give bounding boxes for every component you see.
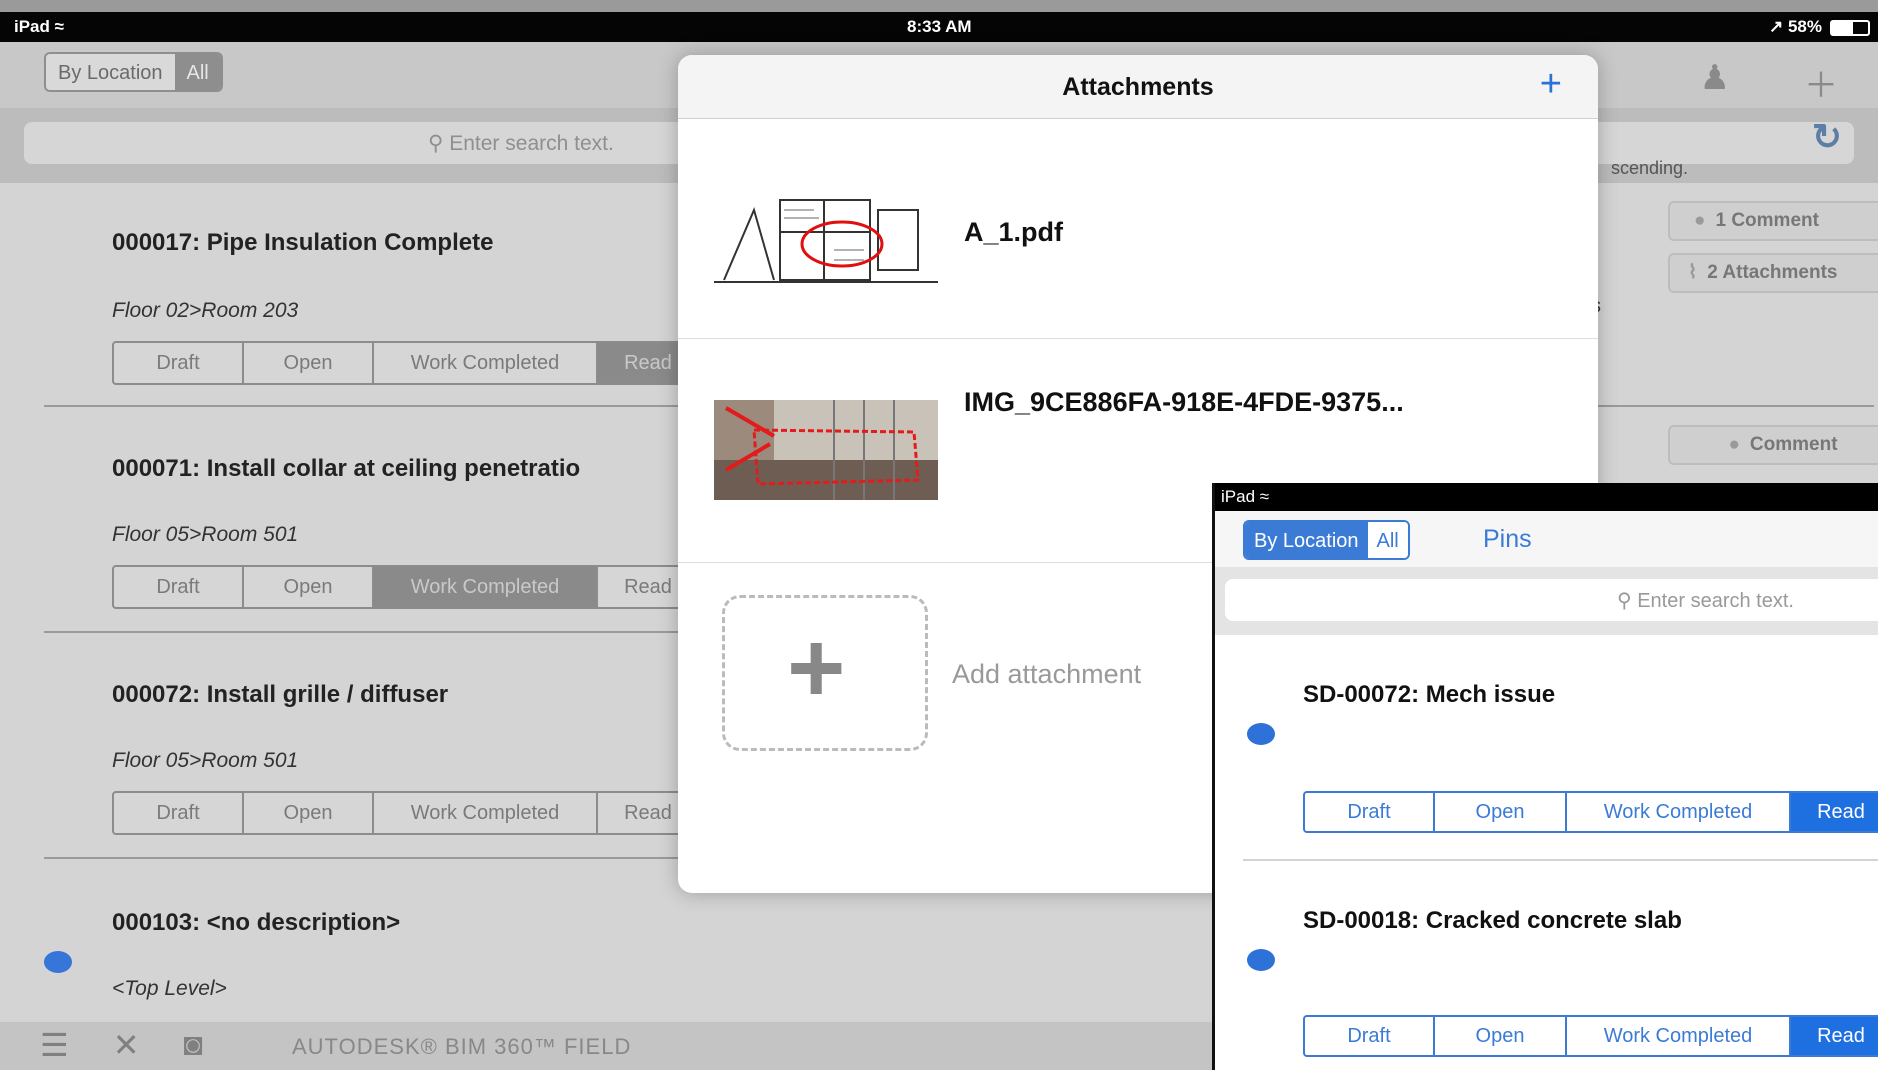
status-bar: iPad ≈ 8:33 AM ↗ 58% xyxy=(0,12,1878,42)
camera-icon[interactable]: ◙ xyxy=(184,1026,203,1064)
issue-title: SD-00018: Cracked concrete slab xyxy=(1303,907,1682,934)
tools-icon[interactable]: ✕ xyxy=(113,1026,140,1064)
comment-bubble-icon: ● xyxy=(1728,434,1740,455)
search-placeholder: ⚲ Enter search text. xyxy=(428,132,614,155)
list-item[interactable]: SD-00018: Cracked concrete slab Draft Op… xyxy=(1243,863,1878,1070)
toolbar-icons: ☰ ✕ ◙ xyxy=(40,1026,203,1064)
status-read[interactable]: Read xyxy=(1791,793,1878,831)
status-open[interactable]: Open xyxy=(244,343,374,383)
status-segment: Draft Open Work Completed Read xyxy=(112,341,700,385)
issue-title: 000072: Install grille / diffuser xyxy=(112,681,449,708)
add-attachment-label[interactable]: Add attachment xyxy=(952,659,1141,690)
search-placeholder: ⚲ Enter search text. xyxy=(1617,590,1794,612)
status-read[interactable]: Read xyxy=(1791,1017,1878,1055)
status-work-completed[interactable]: Work Completed xyxy=(374,567,598,607)
battery-percent: ↗ 58% xyxy=(1769,17,1822,36)
status-segment: Draft Open Work Completed Read xyxy=(112,791,700,835)
attachment-name: A_1.pdf xyxy=(964,217,1064,247)
clock: 8:33 AM xyxy=(907,17,972,36)
inset-view-segment: By Location All xyxy=(1243,520,1410,560)
device-label: iPad ≈ xyxy=(14,17,64,36)
status-work-completed[interactable]: Work Completed xyxy=(374,793,598,833)
status-segment: Draft Open Work Completed Read xyxy=(112,565,700,609)
status-open[interactable]: Open xyxy=(1435,1017,1567,1055)
attachments-button[interactable]: ⌇ 2 Attachments xyxy=(1668,253,1878,293)
app-brand: AUTODESK® BIM 360™ FIELD xyxy=(292,1034,632,1059)
wifi-icon: ≈ xyxy=(1259,487,1270,506)
view-segment: By Location All xyxy=(44,52,223,92)
inset-status-bar: iPad ≈ xyxy=(1215,483,1878,511)
issue-title: 000103: <no description> xyxy=(112,909,401,936)
issue-title: SD-00072: Mech issue xyxy=(1303,681,1556,708)
battery-icon xyxy=(1830,20,1870,36)
issue-location: Floor 05>Room 501 xyxy=(112,749,299,772)
attachment-name: IMG_9CE886FA-918E-4FDE-9375... xyxy=(964,387,1404,417)
status-open[interactable]: Open xyxy=(1435,793,1567,831)
pin-dot-icon xyxy=(1247,949,1275,971)
comment-button[interactable]: ● Comment xyxy=(1668,425,1878,465)
status-draft[interactable]: Draft xyxy=(1305,1017,1435,1055)
list-item[interactable]: SD-00072: Mech issue Draft Open Work Com… xyxy=(1243,635,1878,861)
issue-location: Floor 05>Room 501 xyxy=(112,523,299,546)
paperclip-icon: ⌇ xyxy=(1688,262,1698,283)
add-attachment-button[interactable]: + xyxy=(722,595,928,751)
comment-bubble-icon: ● xyxy=(1694,210,1706,231)
user-stamp-icon[interactable]: ♟ xyxy=(1700,58,1730,107)
pins-button[interactable]: Pins xyxy=(1483,525,1532,554)
inset-search-zone: ⚲ Enter search text. xyxy=(1215,567,1878,635)
status-segment: Draft Open Work Completed Read xyxy=(1303,791,1878,833)
popover-title: Attachments xyxy=(1062,73,1214,101)
inset-navbar: By Location All Pins xyxy=(1215,511,1878,567)
search-input[interactable]: ⚲ Enter search text. xyxy=(1225,579,1878,621)
photo-thumbnail xyxy=(714,400,938,500)
status-draft[interactable]: Draft xyxy=(114,793,244,833)
status-work-completed[interactable]: Work Completed xyxy=(1567,1017,1791,1055)
issue-location: Floor 02>Room 203 xyxy=(112,299,299,322)
issue-title: 000017: Pipe Insulation Complete xyxy=(112,229,494,256)
top-strip xyxy=(0,0,1878,12)
floor-plan-thumbnail xyxy=(714,190,938,290)
status-work-completed[interactable]: Work Completed xyxy=(1567,793,1791,831)
attachment-item[interactable]: A_1.pdf xyxy=(678,120,1598,339)
segment-by-location[interactable]: By Location xyxy=(46,54,175,90)
status-draft[interactable]: Draft xyxy=(114,567,244,607)
popover-header: Attachments + xyxy=(678,55,1598,119)
add-icon[interactable]: ＋ xyxy=(1804,58,1838,107)
status-draft[interactable]: Draft xyxy=(114,343,244,383)
wifi-icon: ≈ xyxy=(54,17,64,36)
issue-location: <Top Level> xyxy=(112,977,227,1000)
nav-icons: ♟ ＋ xyxy=(1700,58,1838,107)
inset-ipad-screen: iPad ≈ By Location All Pins ⚲ Enter sear… xyxy=(1212,483,1878,1070)
sort-order-label: scending. xyxy=(1611,158,1689,178)
plus-icon: + xyxy=(787,612,846,724)
status-segment: Draft Open Work Completed Read xyxy=(1303,1015,1878,1057)
add-attachment-icon[interactable]: + xyxy=(1540,63,1562,106)
issue-title: 000071: Install collar at ceiling penetr… xyxy=(112,455,581,482)
status-draft[interactable]: Draft xyxy=(1305,793,1435,831)
segment-all[interactable]: All xyxy=(1367,522,1408,558)
refresh-icon[interactable]: ↻ xyxy=(1812,116,1842,158)
search-icon: ⚲ xyxy=(1617,590,1632,612)
pin-dot-icon xyxy=(1247,723,1275,745)
menu-icon[interactable]: ☰ xyxy=(40,1026,69,1064)
status-work-completed[interactable]: Work Completed xyxy=(374,343,598,383)
segment-all[interactable]: All xyxy=(174,54,221,90)
pin-dot-icon xyxy=(44,951,72,973)
status-open[interactable]: Open xyxy=(244,793,374,833)
status-open[interactable]: Open xyxy=(244,567,374,607)
comment-button[interactable]: ● 1 Comment xyxy=(1668,201,1878,241)
search-icon: ⚲ xyxy=(428,132,444,155)
segment-by-location[interactable]: By Location xyxy=(1245,522,1368,558)
